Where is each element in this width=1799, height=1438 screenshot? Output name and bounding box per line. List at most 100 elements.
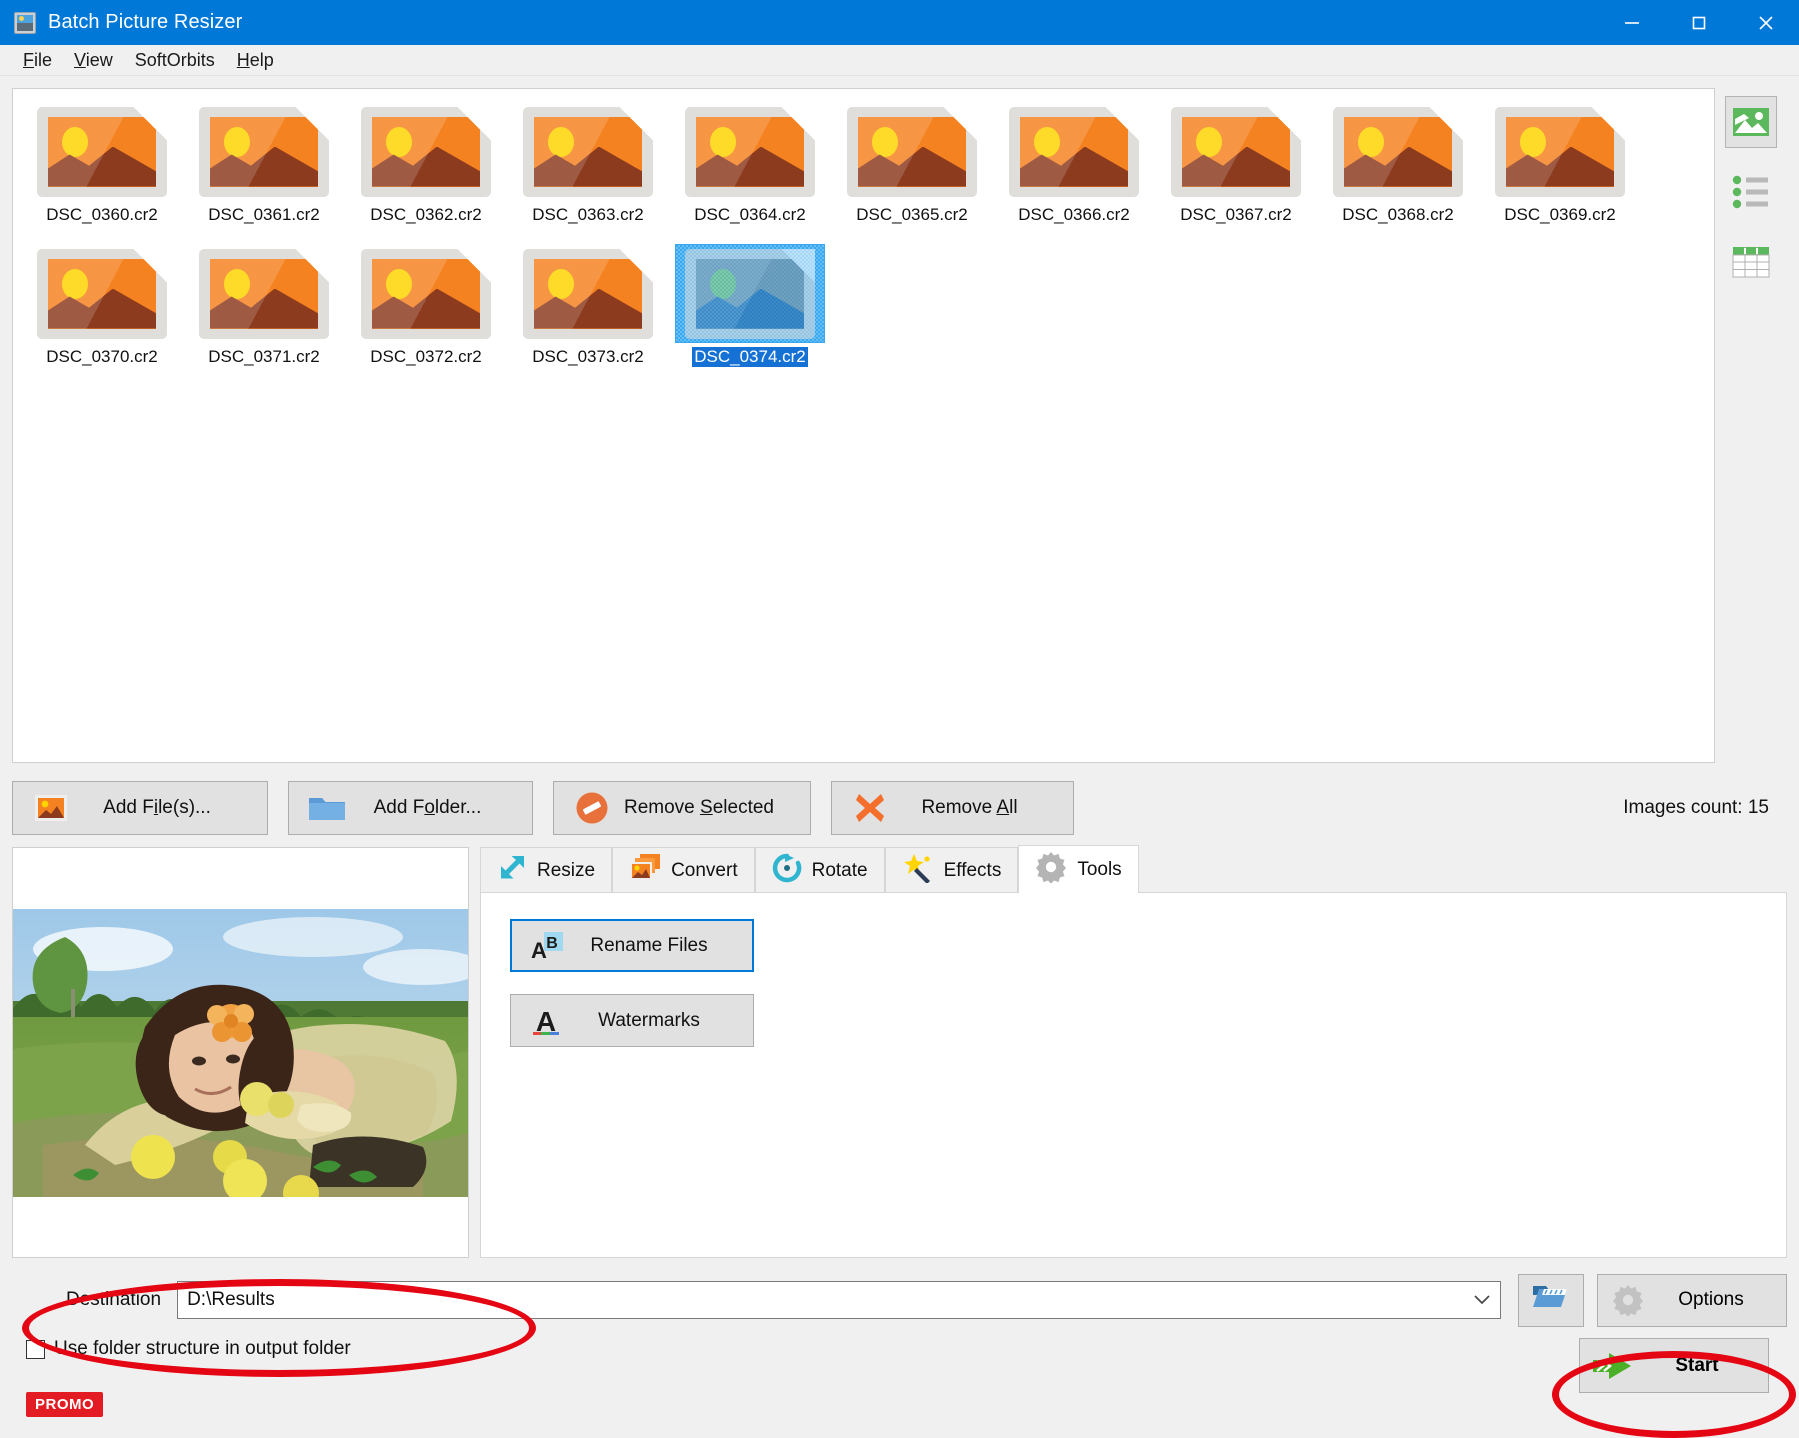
- promo-badge[interactable]: PROMO: [26, 1392, 103, 1417]
- file-name-label: DSC_0365.cr2: [854, 205, 970, 225]
- file-name-label: DSC_0366.cr2: [1016, 205, 1132, 225]
- remove-all-label: Remove All: [892, 797, 1073, 819]
- picture-file-icon: [352, 103, 500, 200]
- minimize-icon[interactable]: [1598, 0, 1665, 45]
- x-cross-icon: [848, 791, 892, 825]
- checkbox-box[interactable]: [26, 1340, 45, 1359]
- file-thumbnail[interactable]: DSC_0361.cr2: [183, 103, 345, 233]
- lower-section: Resize: [0, 835, 1799, 1258]
- menu-item-view-rest: iew: [86, 50, 113, 70]
- add-files-button[interactable]: Add File(s)...: [12, 781, 268, 835]
- menu-item-file[interactable]: File: [12, 48, 63, 73]
- images-count-label: Images count: 15: [1623, 797, 1787, 819]
- file-name-label: DSC_0369.cr2: [1502, 205, 1618, 225]
- tab-effects[interactable]: Effects: [885, 847, 1019, 893]
- picture-file-icon: [1162, 103, 1310, 200]
- file-thumbnail-panel[interactable]: DSC_0360.cr2 DSC_0361.cr2 DSC_0362.cr2 DSC_…: [12, 88, 1715, 763]
- picture-file-icon: [1324, 103, 1472, 200]
- file-actions-row: Add File(s)... Add Folder...: [0, 763, 1799, 835]
- start-button[interactable]: Start: [1579, 1338, 1769, 1393]
- picture-file-icon: [190, 103, 338, 200]
- window-controls: [1598, 0, 1799, 45]
- remove-selected-label: Remove Selected: [614, 797, 810, 819]
- menu-bar: File View SoftOrbits Help: [0, 45, 1799, 76]
- menu-item-view[interactable]: View: [63, 48, 124, 73]
- tab-convert[interactable]: Convert: [612, 847, 755, 893]
- picture-file-icon: [29, 794, 73, 822]
- window-title: Batch Picture Resizer: [48, 11, 242, 34]
- destination-combobox[interactable]: D:\Results: [177, 1281, 1501, 1319]
- svg-text:A: A: [531, 938, 547, 961]
- tools-tab-panel: B A Rename Files A: [480, 892, 1787, 1258]
- add-folder-button[interactable]: Add Folder...: [288, 781, 533, 835]
- file-thumbnail[interactable]: DSC_0362.cr2: [345, 103, 507, 233]
- file-thumbnail[interactable]: DSC_0363.cr2: [507, 103, 669, 233]
- file-thumbnail[interactable]: DSC_0372.cr2: [345, 245, 507, 375]
- tab-tools-label: Tools: [1077, 859, 1121, 881]
- view-mode-bar: [1715, 88, 1787, 763]
- tab-strip: Resize: [480, 847, 1787, 893]
- file-thumbnail[interactable]: DSC_0374.cr2: [669, 245, 831, 375]
- folder-icon: [305, 793, 349, 823]
- picture-file-icon: [28, 103, 176, 200]
- picture-file-icon: [28, 245, 176, 342]
- chevron-down-icon[interactable]: [1464, 1294, 1500, 1306]
- file-thumbnail[interactable]: DSC_0368.cr2: [1317, 103, 1479, 233]
- menu-item-help[interactable]: Help: [226, 48, 285, 73]
- remove-selected-button[interactable]: Remove Selected: [553, 781, 811, 835]
- picture-file-icon: [676, 245, 824, 342]
- gear-icon: [1606, 1284, 1650, 1316]
- use-folder-structure-label: Use folder structure in output folder: [54, 1338, 351, 1360]
- file-thumbnail[interactable]: DSC_0360.cr2: [21, 103, 183, 233]
- no-entry-icon: [570, 791, 614, 825]
- file-thumbnail[interactable]: DSC_0369.cr2: [1479, 103, 1641, 233]
- file-thumbnail[interactable]: DSC_0367.cr2: [1155, 103, 1317, 233]
- close-icon[interactable]: [1732, 0, 1799, 45]
- menu-item-softorbits[interactable]: SoftOrbits: [124, 48, 226, 73]
- tab-rotate[interactable]: Rotate: [755, 847, 885, 893]
- browse-folder-button[interactable]: [1518, 1274, 1584, 1327]
- destination-label: Destination: [66, 1289, 161, 1311]
- thumbnail-view-icon[interactable]: [1725, 96, 1777, 148]
- file-thumbnail[interactable]: DSC_0373.cr2: [507, 245, 669, 375]
- add-folder-label: Add Folder...: [349, 797, 532, 819]
- remove-all-button[interactable]: Remove All: [831, 781, 1074, 835]
- file-thumbnail[interactable]: DSC_0364.cr2: [669, 103, 831, 233]
- rename-files-label: Rename Files: [568, 935, 752, 957]
- table-view-icon[interactable]: [1725, 236, 1777, 288]
- picture-file-icon: [1000, 103, 1148, 200]
- options-button[interactable]: Options: [1597, 1274, 1787, 1327]
- picture-file-icon: [352, 245, 500, 342]
- file-list-row: DSC_0360.cr2 DSC_0361.cr2 DSC_0362.cr2 DSC_…: [0, 76, 1799, 763]
- title-bar: Batch Picture Resizer: [0, 0, 1799, 45]
- file-thumbnail[interactable]: DSC_0371.cr2: [183, 245, 345, 375]
- list-view-icon[interactable]: [1725, 166, 1777, 218]
- main-body: DSC_0360.cr2 DSC_0361.cr2 DSC_0362.cr2 DSC_…: [0, 76, 1799, 1438]
- watermarks-button[interactable]: A Watermarks: [510, 994, 754, 1047]
- picture-file-icon: [1486, 103, 1634, 200]
- watermarks-label: Watermarks: [567, 1010, 753, 1032]
- use-folder-structure-checkbox[interactable]: Use folder structure in output folder: [26, 1338, 351, 1360]
- file-thumbnail[interactable]: DSC_0366.cr2: [993, 103, 1155, 233]
- destination-input[interactable]: D:\Results: [178, 1289, 1464, 1311]
- promo-row: PROMO: [0, 1392, 1799, 1438]
- file-name-label: DSC_0360.cr2: [44, 205, 160, 225]
- maximize-icon[interactable]: [1665, 0, 1732, 45]
- file-thumbnail[interactable]: DSC_0365.cr2: [831, 103, 993, 233]
- file-name-label: DSC_0362.cr2: [368, 205, 484, 225]
- file-name-label: DSC_0367.cr2: [1178, 205, 1294, 225]
- rename-ab-icon: B A: [526, 931, 568, 961]
- rename-files-button[interactable]: B A Rename Files: [510, 919, 754, 972]
- tab-tools[interactable]: Tools: [1018, 845, 1138, 893]
- file-name-label: DSC_0364.cr2: [692, 205, 808, 225]
- tab-effects-label: Effects: [944, 860, 1002, 882]
- gear-icon: [1035, 851, 1067, 889]
- file-name-label: DSC_0371.cr2: [206, 347, 322, 367]
- options-label: Options: [1650, 1289, 1786, 1311]
- picture-file-icon: [838, 103, 986, 200]
- tab-resize[interactable]: Resize: [480, 847, 612, 893]
- file-name-label: DSC_0370.cr2: [44, 347, 160, 367]
- tab-resize-label: Resize: [537, 860, 595, 882]
- preview-panel: [12, 847, 469, 1258]
- file-thumbnail[interactable]: DSC_0370.cr2: [21, 245, 183, 375]
